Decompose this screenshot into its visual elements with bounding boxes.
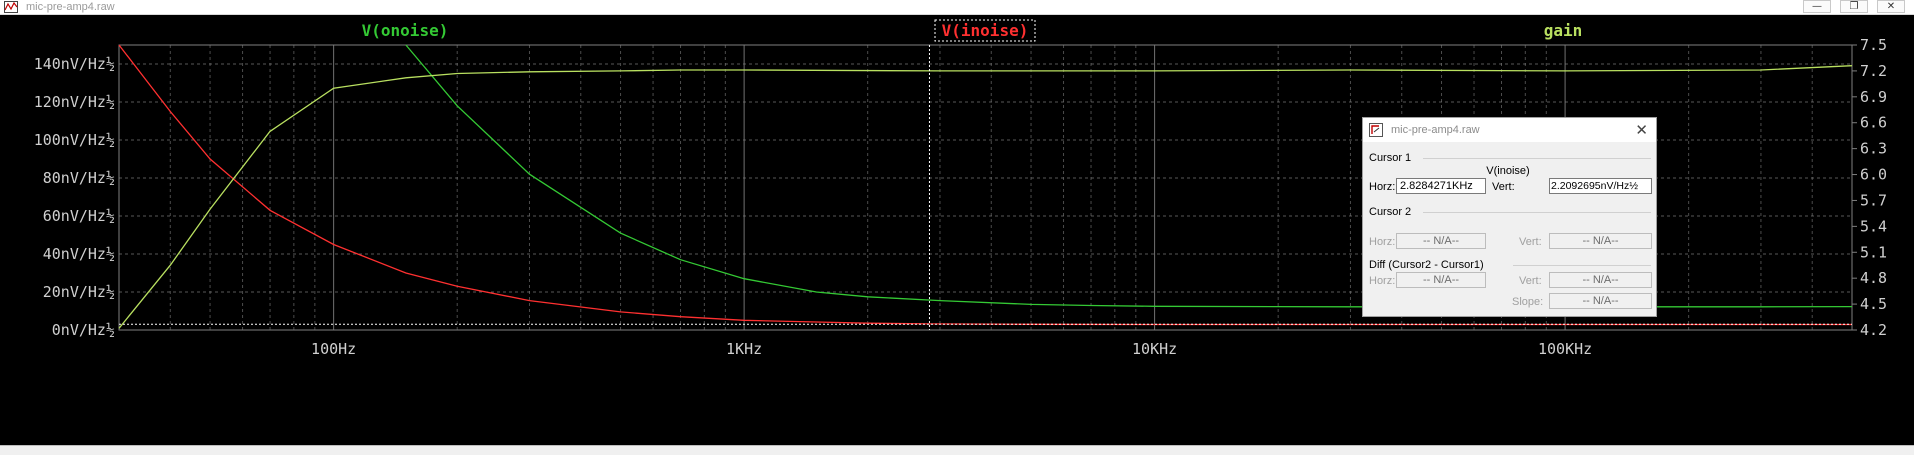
left-axis-tick-label: 120nV/Hz½ — [34, 93, 115, 111]
cursor-app-icon — [1369, 123, 1383, 137]
diff-vert-label: Vert: — [1519, 275, 1542, 287]
right-axis-tick-label: 4.2 — [1860, 321, 1887, 339]
cursor1-vert-field[interactable]: 2.2092695nV/Hz½ — [1549, 178, 1652, 194]
dialog-titlebar[interactable]: mic-pre-amp4.raw ✕ — [1363, 118, 1656, 142]
x-axis-tick-label: 10KHz — [1132, 340, 1177, 358]
minimize-button[interactable]: — — [1803, 0, 1831, 13]
right-axis-tick-label: 5.7 — [1860, 191, 1887, 209]
diff-group-line — [1513, 265, 1651, 266]
left-axis-tick-label: 0nV/Hz½ — [52, 321, 115, 339]
diff-vert-field: -- N/A-- — [1549, 272, 1652, 288]
cursor1-group-line — [1423, 158, 1651, 159]
trace-label-inoise[interactable]: V(inoise) — [942, 21, 1029, 40]
cursor1-horz-label: Horz: — [1369, 181, 1396, 193]
dialog-close-icon[interactable]: ✕ — [1635, 121, 1648, 139]
cursor2-group-label: Cursor 2 — [1369, 206, 1412, 218]
trace-label-gain[interactable]: gain — [1544, 21, 1583, 40]
cursor2-vert-label: Vert: — [1519, 236, 1542, 248]
cursor2-horz-field: -- N/A-- — [1396, 233, 1486, 249]
diff-slope-field: -- N/A-- — [1549, 293, 1652, 309]
cursor2-vert-field: -- N/A-- — [1549, 233, 1652, 249]
right-axis-tick-label: 6.3 — [1860, 140, 1887, 158]
waveform-app-icon — [4, 1, 18, 13]
x-axis-tick-label: 1KHz — [726, 340, 762, 358]
right-axis-tick-label: 5.1 — [1860, 243, 1887, 261]
cursor2-horz-label: Horz: — [1369, 236, 1396, 248]
x-axis-tick-label: 100Hz — [311, 340, 356, 358]
cursor1-group-label: Cursor 1 — [1369, 152, 1412, 164]
diff-horz-field: -- N/A-- — [1396, 272, 1486, 288]
right-axis-tick-label: 4.5 — [1860, 295, 1887, 313]
left-axis-tick-label: 40nV/Hz½ — [43, 245, 115, 263]
cursor1-trace-name: V(inoise) — [1486, 165, 1530, 177]
diff-horz-label: Horz: — [1369, 275, 1396, 287]
cursor1-horz-field[interactable]: 2.8284271KHz — [1396, 178, 1486, 194]
window-titlebar: mic-pre-amp4.raw — ❐ ✕ — [0, 0, 1914, 15]
dialog-title: mic-pre-amp4.raw — [1391, 124, 1480, 136]
close-button[interactable]: ✕ — [1877, 0, 1905, 13]
cursor1-vert-label: Vert: — [1492, 181, 1515, 193]
cursor2-group-line — [1423, 212, 1651, 213]
left-axis-tick-label: 100nV/Hz½ — [34, 131, 115, 149]
right-axis-tick-label: 5.4 — [1860, 217, 1887, 235]
left-axis-tick-label: 20nV/Hz½ — [43, 283, 115, 301]
diff-slope-label: Slope: — [1512, 296, 1544, 308]
window-title: mic-pre-amp4.raw — [26, 1, 115, 13]
right-axis-tick-label: 6.9 — [1860, 88, 1887, 106]
right-axis-tick-label: 6.0 — [1860, 166, 1887, 184]
trace-label-onoise[interactable]: V(onoise) — [362, 21, 449, 40]
left-axis-tick-label: 140nV/Hz½ — [34, 55, 115, 73]
left-axis-tick-label: 80nV/Hz½ — [43, 169, 115, 187]
right-axis-tick-label: 7.5 — [1860, 36, 1887, 54]
right-axis-tick-label: 4.8 — [1860, 269, 1887, 287]
right-axis-tick-label: 7.2 — [1860, 62, 1887, 80]
diff-group-label: Diff (Cursor2 - Cursor1) — [1369, 259, 1484, 271]
left-axis-tick-label: 60nV/Hz½ — [43, 207, 115, 225]
cursor-readout-dialog[interactable]: mic-pre-amp4.raw ✕ Cursor 1 V(inoise) Ho… — [1362, 117, 1657, 317]
x-axis-tick-label: 100KHz — [1538, 340, 1592, 358]
maximize-button[interactable]: ❐ — [1840, 0, 1868, 13]
right-axis-tick-label: 6.6 — [1860, 114, 1887, 132]
